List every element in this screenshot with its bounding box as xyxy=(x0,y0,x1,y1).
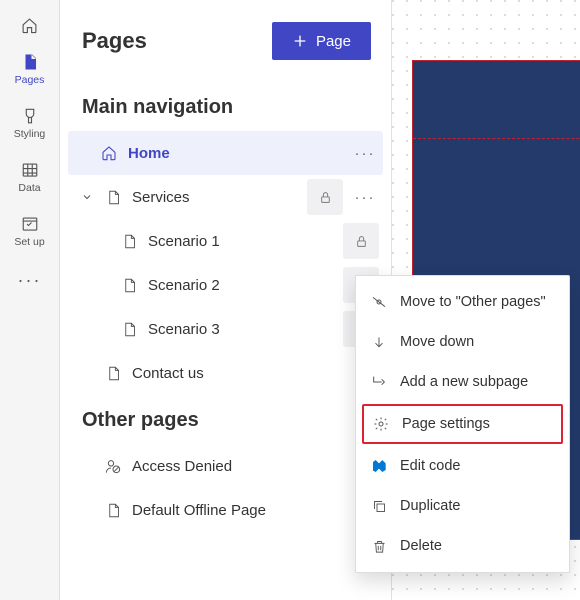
move-icon xyxy=(370,294,388,310)
tree-item-label: Contact us xyxy=(132,365,204,382)
tree-item-label: Scenario 3 xyxy=(148,321,220,338)
menu-move-other[interactable]: Move to "Other pages" xyxy=(356,282,569,322)
menu-delete[interactable]: Delete xyxy=(356,526,569,566)
section-main-nav: Main navigation xyxy=(60,82,391,131)
person-denied-icon xyxy=(104,458,122,474)
context-menu: Move to "Other pages" Move down Add a ne… xyxy=(355,275,570,573)
tree-item-label: Default Offline Page xyxy=(132,502,266,519)
rail-item-label: Data xyxy=(18,182,40,194)
rail-item-pages[interactable]: Pages xyxy=(0,42,59,96)
page-tree: Home ··· Services xyxy=(60,131,391,395)
trash-icon xyxy=(370,539,388,554)
menu-move-down[interactable]: Move down xyxy=(356,322,569,362)
page-icon xyxy=(120,234,138,249)
tree-item-label: Scenario 2 xyxy=(148,277,220,294)
tree-item-label: Access Denied xyxy=(132,458,232,475)
tree-item-contact[interactable]: Contact us xyxy=(68,351,383,395)
lock-icon xyxy=(343,223,379,259)
rail-more-button[interactable]: ··· xyxy=(0,258,59,302)
menu-label: Move to "Other pages" xyxy=(400,294,546,310)
tree-item-label: Services xyxy=(132,189,190,206)
menu-label: Add a new subpage xyxy=(400,374,528,390)
section-other-pages: Other pages xyxy=(60,395,391,444)
subpage-icon xyxy=(370,374,388,390)
row-menu-button[interactable]: ··· xyxy=(347,179,383,215)
rail-home-button[interactable] xyxy=(0,8,59,42)
menu-duplicate[interactable]: Duplicate xyxy=(356,486,569,526)
rail-item-label: Styling xyxy=(14,128,46,140)
tree-item-label: Home xyxy=(128,145,170,162)
rail-item-label: Pages xyxy=(15,74,45,86)
tree-item-access-denied[interactable]: Access Denied xyxy=(68,444,383,488)
left-rail: Pages Styling Data Set up ··· xyxy=(0,0,60,600)
row-menu-button[interactable]: ··· xyxy=(347,135,383,171)
arrow-down-icon xyxy=(370,335,388,349)
page-icon xyxy=(120,278,138,293)
menu-edit-code[interactable]: Edit code xyxy=(356,446,569,486)
tree-item-label: Scenario 1 xyxy=(148,233,220,250)
tree-item-scenario2[interactable]: Scenario 2 xyxy=(68,263,383,307)
add-page-button[interactable]: Page xyxy=(272,22,371,60)
page-icon xyxy=(104,190,122,205)
page-icon xyxy=(120,322,138,337)
pages-panel: Pages Page Main navigation Home ··· xyxy=(60,0,392,600)
menu-label: Page settings xyxy=(402,416,490,432)
code-icon xyxy=(370,458,388,474)
rail-item-setup[interactable]: Set up xyxy=(0,204,59,258)
duplicate-icon xyxy=(370,499,388,514)
menu-label: Edit code xyxy=(400,458,460,474)
tree-item-services[interactable]: Services ··· xyxy=(68,175,383,219)
menu-label: Duplicate xyxy=(400,498,460,514)
gear-icon xyxy=(372,416,390,432)
menu-page-settings[interactable]: Page settings xyxy=(362,404,563,444)
canvas-block-header xyxy=(413,61,580,139)
page-icon xyxy=(104,503,122,518)
chevron-down-icon[interactable] xyxy=(80,191,94,203)
rail-item-label: Set up xyxy=(14,236,44,248)
add-page-label: Page xyxy=(316,33,351,50)
tree-item-scenario1[interactable]: Scenario 1 xyxy=(68,219,383,263)
lock-icon xyxy=(307,179,343,215)
tree-item-scenario3[interactable]: Scenario 3 xyxy=(68,307,383,351)
menu-label: Move down xyxy=(400,334,474,350)
panel-title: Pages xyxy=(82,28,147,54)
tree-item-default-offline[interactable]: Default Offline Page xyxy=(68,488,383,532)
page-icon xyxy=(104,366,122,381)
tree-item-home[interactable]: Home ··· xyxy=(68,131,383,175)
rail-item-data[interactable]: Data xyxy=(0,150,59,204)
home-icon xyxy=(100,145,118,161)
menu-add-subpage[interactable]: Add a new subpage xyxy=(356,362,569,402)
rail-item-styling[interactable]: Styling xyxy=(0,96,59,150)
menu-label: Delete xyxy=(400,538,442,554)
